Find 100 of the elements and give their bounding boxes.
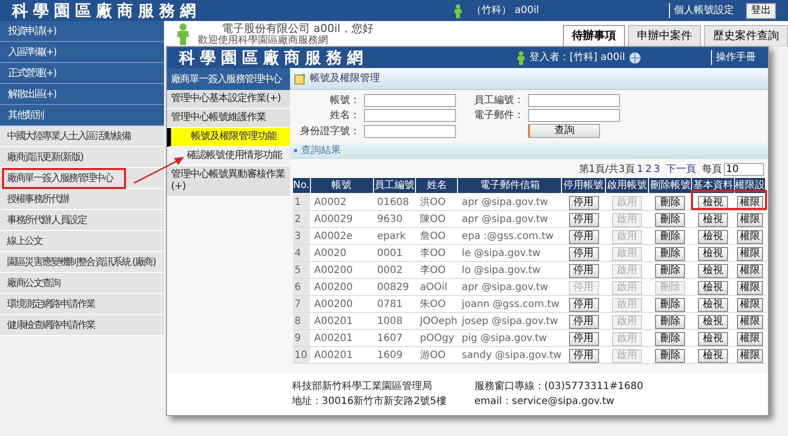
permission-button[interactable]: 權限 <box>736 348 763 362</box>
suspend-button[interactable]: 停用 <box>568 332 599 346</box>
permission-button[interactable]: 權限 <box>736 230 763 244</box>
view-button[interactable]: 檢視 <box>698 314 728 328</box>
sidebar-item[interactable]: 園區災害應變機制整合資訊系統 (廠商) <box>0 252 164 273</box>
page-link[interactable]: 2 <box>645 162 652 176</box>
table-cell: apr @sipa.gov.tw <box>462 214 548 224</box>
table-cell: JOOeph <box>420 316 458 326</box>
column-header: 電子郵件信箱 <box>458 178 562 194</box>
next-page-link[interactable]: 下一頁 <box>666 162 696 176</box>
input-field[interactable] <box>528 109 620 122</box>
table-cell: 陳OO <box>420 214 446 224</box>
permission-button[interactable]: 權限 <box>736 196 763 210</box>
tab[interactable]: 待辦事項 <box>563 25 625 47</box>
sidebar-item[interactable]: 其他類別 <box>0 105 164 126</box>
input-field[interactable] <box>364 109 456 122</box>
sidebar-item[interactable]: 健康檢查網路申請作業 <box>0 315 164 336</box>
table-cell: 李OO <box>420 264 446 276</box>
menu-item[interactable]: 帳號及權限管理功能 <box>167 128 290 147</box>
sidebar-item[interactable]: 授權事務所代辦 <box>0 189 164 210</box>
table-cell: 3 <box>294 230 301 242</box>
table-cell: le @sipa.gov.tw <box>462 248 540 258</box>
input-field[interactable] <box>364 124 456 138</box>
sidebar-item[interactable]: 廠商公文查詢 <box>0 273 164 294</box>
footer-text: 科技部新竹科學工業園區管理局 <box>292 380 433 394</box>
table-cell: epark <box>377 230 406 242</box>
permission-button[interactable]: 權限 <box>736 246 763 260</box>
delete-button[interactable]: 刪除 <box>655 348 686 362</box>
view-button[interactable]: 檢視 <box>698 348 728 362</box>
sidebar-item[interactable]: 中國大陸專業人士入區活動核備 <box>0 126 164 147</box>
sidebar-item[interactable]: 線上公文 <box>0 231 164 252</box>
permission-button[interactable]: 權限 <box>736 212 763 226</box>
per-page-label: 每頁 <box>702 162 722 176</box>
suspend-button[interactable]: 停用 <box>568 264 599 278</box>
account-settings-link[interactable]: 個人帳號設定 <box>669 3 734 18</box>
delete-button[interactable]: 刪除 <box>655 230 686 244</box>
delete-button[interactable]: 刪除 <box>655 332 686 346</box>
delete-button[interactable]: 刪除 <box>655 246 686 260</box>
sidebar-item[interactable]: 解散出區(+) <box>0 84 164 105</box>
manual-link[interactable]: 操作手冊 <box>711 50 756 65</box>
permission-button[interactable]: 權限 <box>736 280 763 294</box>
table-cell: epa :@gss.com.tw <box>462 230 554 242</box>
table-cell: 李OO <box>420 248 446 258</box>
suspend-button[interactable]: 停用 <box>568 246 599 260</box>
menu-item[interactable]: 管理中心帳號維護作業 <box>167 109 290 128</box>
view-button[interactable]: 檢視 <box>698 332 728 346</box>
delete-button[interactable]: 刪除 <box>655 298 686 312</box>
person-icon <box>176 23 190 45</box>
sidebar-item[interactable]: 投資申請(+) <box>0 21 164 42</box>
suspend-button[interactable]: 停用 <box>568 212 599 226</box>
permission-button[interactable]: 權限 <box>736 264 763 278</box>
view-button[interactable]: 檢視 <box>698 264 728 278</box>
tab[interactable]: 歷史案件查詢 <box>704 25 788 47</box>
tab[interactable]: 申辦中案件 <box>628 25 701 47</box>
suspend-button[interactable]: 停用 <box>568 196 599 210</box>
table-cell: A00201 <box>314 316 353 326</box>
sidebar-item[interactable]: 廠商資訊更新(新版) <box>0 147 164 168</box>
suspend-button[interactable]: 停用 <box>568 314 599 328</box>
section-title: 查詢結果 <box>301 144 341 158</box>
delete-button[interactable]: 刪除 <box>655 314 686 328</box>
menu-item[interactable]: 管理中心基本設定作業(+) <box>167 90 290 109</box>
page-link[interactable]: 1 <box>636 162 644 176</box>
logout-button[interactable]: 登出 <box>746 2 776 18</box>
input-field[interactable] <box>364 94 456 107</box>
permission-button[interactable]: 權限 <box>736 314 763 328</box>
delete-button[interactable]: 刪除 <box>655 264 686 278</box>
view-button[interactable]: 檢視 <box>698 212 728 226</box>
sidebar-item[interactable]: 事務所代辦人員設定 <box>0 210 164 231</box>
table-cell: 朱OO <box>420 298 446 310</box>
table-cell: 1008 <box>377 316 403 326</box>
table-cell: josep @sipa.gov.tw <box>462 316 558 326</box>
menu-item[interactable]: 管理中心帳號異動審核作業(+) <box>167 166 290 197</box>
table-cell: 01608 <box>377 196 409 208</box>
permission-button[interactable]: 權限 <box>736 298 763 312</box>
view-button[interactable]: 檢視 <box>698 246 728 260</box>
sidebar-item[interactable]: 環境測定網路申請作業 <box>0 294 164 315</box>
page-link[interactable]: 3 <box>654 162 660 176</box>
view-button[interactable]: 檢視 <box>698 298 728 312</box>
delete-button[interactable]: 刪除 <box>655 212 686 226</box>
delete-button[interactable]: 刪除 <box>655 196 686 210</box>
footer-text: email：service@sipa.gov.tw <box>474 395 616 409</box>
view-button[interactable]: 檢視 <box>698 230 728 244</box>
sidebar-item[interactable]: 入區準備(+) <box>0 42 164 63</box>
search-button[interactable]: 查詢 <box>528 124 600 138</box>
table-cell: A00201 <box>314 350 353 360</box>
view-button[interactable]: 檢視 <box>698 280 728 294</box>
person-icon <box>516 50 526 64</box>
view-button[interactable]: 檢視 <box>698 196 728 210</box>
per-page-field[interactable]: 10 <box>724 162 764 176</box>
site-title: 科學園區廠商服務網 <box>12 0 201 22</box>
table-cell: apr @sipa.gov.tw <box>462 282 548 292</box>
permission-button[interactable]: 權限 <box>736 332 763 346</box>
menu-item[interactable]: 確認帳號使用情形功能 <box>167 147 290 166</box>
table-cell: 7 <box>294 298 301 310</box>
suspend-button[interactable]: 停用 <box>568 230 599 244</box>
sidebar-item[interactable]: 正式營運(+) <box>0 63 164 84</box>
suspend-button[interactable]: 停用 <box>568 348 599 362</box>
table-cell: 1 <box>294 196 301 208</box>
suspend-button[interactable]: 停用 <box>568 298 599 312</box>
input-field[interactable] <box>528 94 620 107</box>
